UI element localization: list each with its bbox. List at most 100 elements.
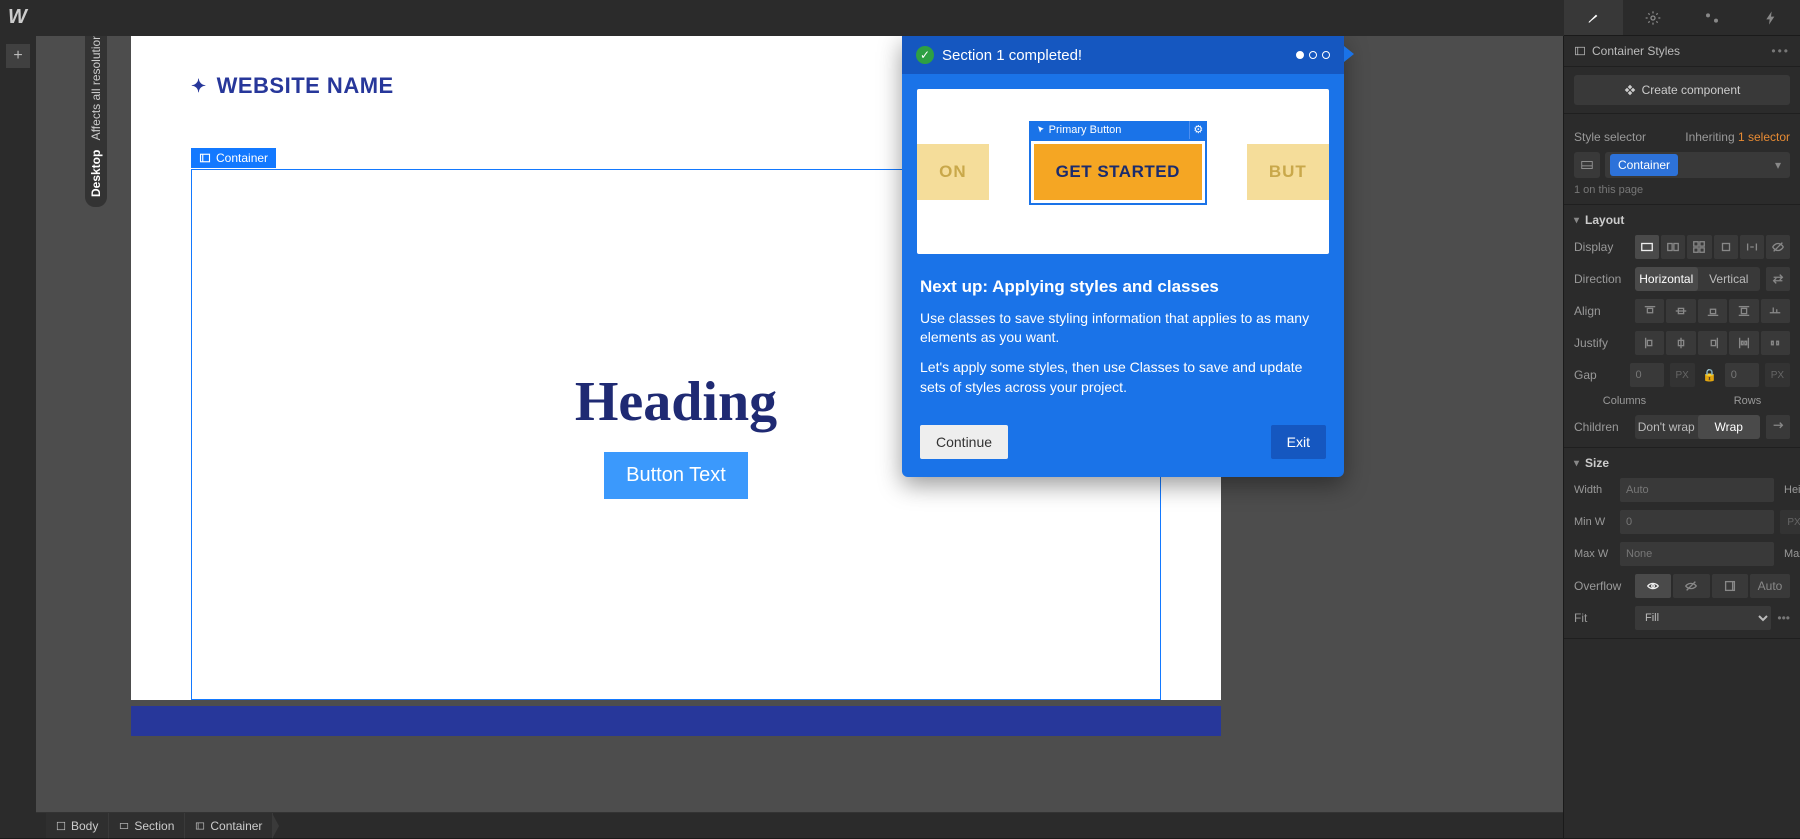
container-icon [195,821,205,831]
tutorial-p1: Use classes to save styling information … [920,309,1326,348]
class-tag[interactable]: Container [1610,154,1678,176]
fit-select[interactable]: Fill [1635,606,1771,630]
swap-icon [1771,420,1785,434]
gap-col-unit[interactable]: PX [1670,363,1695,387]
class-selector-input[interactable]: Container ▾ [1605,152,1790,178]
topbar: W [0,0,1800,36]
brand-text: WEBSITE NAME [217,73,394,99]
align-start-icon [1643,304,1657,318]
more-icon[interactable]: ••• [1771,44,1790,58]
page-heading[interactable]: Heading [575,370,777,434]
exit-button[interactable]: Exit [1271,425,1326,459]
lock-icon[interactable]: 🔒 [1701,363,1719,387]
page-footer-stripe [131,706,1221,736]
overflow-visible[interactable] [1635,574,1671,598]
align-start[interactable] [1635,299,1664,323]
tutorial-title: Next up: Applying styles and classes [920,275,1326,299]
style-panel: Container Styles ••• Create component St… [1563,36,1800,838]
size-section-title[interactable]: Size [1574,456,1790,470]
inheriting-text[interactable]: Inheriting 1 selector [1685,130,1790,144]
sparkle-icon: ✦ [191,76,207,97]
panel-title-row: Container Styles ••• [1574,44,1790,58]
align-stretch-icon [1737,304,1751,318]
display-buttons [1635,235,1790,259]
align-stretch[interactable] [1729,299,1758,323]
ghost-button-left: ON [917,144,989,200]
align-baseline[interactable] [1761,299,1790,323]
wrap-option[interactable]: Wrap [1698,415,1761,439]
overflow-auto[interactable]: Auto [1750,574,1790,598]
section-icon [119,821,129,831]
left-gutter: + [0,36,36,838]
scroll-icon [1723,579,1737,593]
tab-style[interactable] [1564,0,1623,35]
gap-row-input[interactable] [1725,363,1759,387]
state-selector[interactable] [1574,152,1600,178]
inline-block-icon [1719,240,1733,254]
chevron-down-icon[interactable]: ▾ [1771,158,1785,172]
justify-around[interactable] [1761,331,1790,355]
gap-row-unit[interactable]: PX [1765,363,1790,387]
step-dot-2 [1309,51,1317,59]
site-brand[interactable]: ✦ WEBSITE NAME [191,73,394,99]
gap-col-input[interactable] [1630,363,1664,387]
justify-end[interactable] [1698,331,1727,355]
step-dot-1 [1296,51,1304,59]
align-end[interactable] [1698,299,1727,323]
display-flex[interactable] [1661,235,1685,259]
gear-icon [1645,10,1661,26]
overflow-scroll[interactable] [1712,574,1748,598]
crumb-section[interactable]: Section [109,813,185,838]
display-grid[interactable] [1687,235,1711,259]
eye-off-icon [1684,579,1698,593]
overflow-hidden[interactable] [1673,574,1709,598]
justify-start[interactable] [1635,331,1664,355]
resolution-badge[interactable]: Desktop Affects all resolutions [85,36,107,207]
display-label: Display [1574,240,1629,254]
display-none[interactable] [1766,235,1790,259]
maxh-label: Max H [1784,548,1800,560]
button-text-element[interactable]: Button Text [604,452,748,499]
fit-label: Fit [1574,611,1629,625]
direction-reverse[interactable] [1766,267,1790,291]
create-component-button[interactable]: Create component [1574,75,1790,105]
layout-section-title[interactable]: Layout [1574,213,1790,227]
display-block[interactable] [1635,235,1659,259]
justify-center[interactable] [1666,331,1695,355]
dont-wrap-option[interactable]: Don't wrap [1635,415,1698,439]
tab-effects[interactable] [1741,0,1800,35]
add-element-button[interactable]: + [6,44,30,68]
tutorial-body: Next up: Applying styles and classes Use… [902,269,1344,425]
crumb-container[interactable]: Container [185,813,273,838]
direction-vertical[interactable]: Vertical [1698,267,1761,291]
wrap-reverse[interactable] [1766,415,1790,439]
more-icon[interactable]: ••• [1777,611,1790,625]
display-inline[interactable] [1740,235,1764,259]
tutorial-header-text: Section 1 completed! [942,47,1082,64]
continue-button[interactable]: Continue [920,425,1008,459]
webflow-logo[interactable]: W [8,6,32,30]
justify-start-icon [1643,336,1657,350]
minw-input[interactable] [1620,510,1774,534]
display-inline-block[interactable] [1714,235,1738,259]
columns-label: Columns [1603,395,1646,407]
direction-horizontal[interactable]: Horizontal [1635,267,1698,291]
primary-button-preview: GET STARTED [1034,144,1202,200]
tab-interactions[interactable] [1682,0,1741,35]
minw-label: Min W [1574,516,1614,528]
justify-center-icon [1674,336,1688,350]
justify-end-icon [1706,336,1720,350]
resolution-mode: Desktop [89,150,103,197]
maxw-input[interactable] [1620,542,1774,566]
justify-between[interactable] [1729,331,1758,355]
primary-button-label: Primary Button [1029,121,1189,139]
crumb-body[interactable]: Body [46,813,109,838]
bolt-icon [1763,10,1779,26]
gap-label: Gap [1574,368,1624,382]
width-input[interactable] [1620,478,1774,502]
align-center[interactable] [1666,299,1695,323]
selection-label[interactable]: Container [191,148,276,168]
tutorial-p2: Let's apply some styles, then use Classe… [920,358,1326,397]
tab-settings[interactable] [1623,0,1682,35]
gear-icon[interactable]: ⚙ [1189,121,1207,139]
